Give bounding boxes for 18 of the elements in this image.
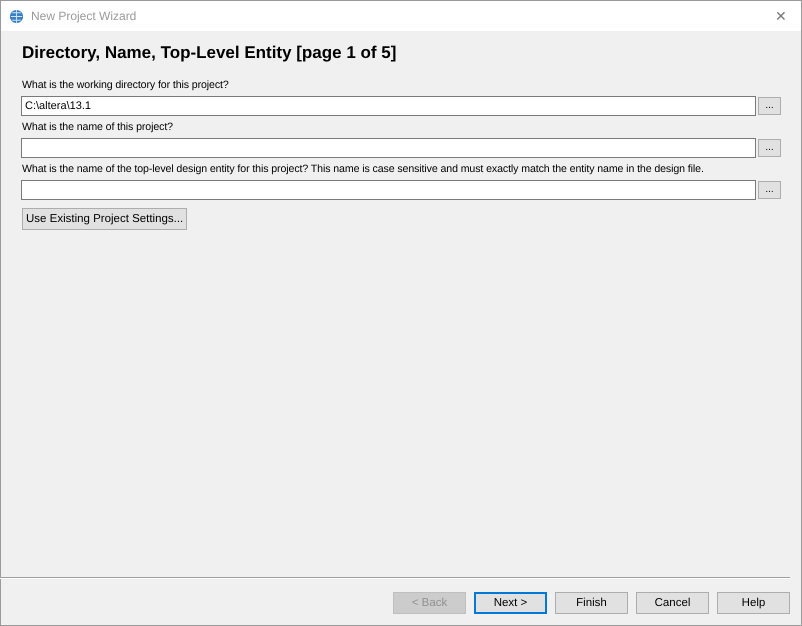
window-title: New Project Wizard xyxy=(31,9,138,23)
use-existing-settings-button[interactable]: Use Existing Project Settings... xyxy=(22,208,188,230)
field-label: What is the name of this project? xyxy=(22,121,174,133)
browse-button[interactable]: ... xyxy=(758,139,781,157)
dialog-button[interactable]: Finish xyxy=(555,592,628,614)
dialog-button[interactable]: Help xyxy=(717,592,790,614)
field-label: What is the working directory for this project? xyxy=(22,79,230,91)
browse-button[interactable]: ... xyxy=(758,97,781,115)
text-field[interactable] xyxy=(21,180,756,200)
dialog-button[interactable]: Cancel xyxy=(636,592,709,614)
page-heading: Directory, Name, Top-Level Entity [page 1 of 5] xyxy=(22,43,398,63)
browse-button[interactable]: ... xyxy=(758,181,781,199)
field-label: What is the name of the top-level design entity for this project? This name is case sensitive and must exactly match the entity name in the design file. xyxy=(22,163,705,175)
close-icon[interactable]: ✕ xyxy=(769,8,793,24)
text-field[interactable] xyxy=(21,138,756,158)
text-field[interactable]: C:\altera\13.1 xyxy=(21,96,756,116)
dialog-button[interactable]: Next > xyxy=(474,592,547,614)
app-logo-icon xyxy=(9,8,24,24)
